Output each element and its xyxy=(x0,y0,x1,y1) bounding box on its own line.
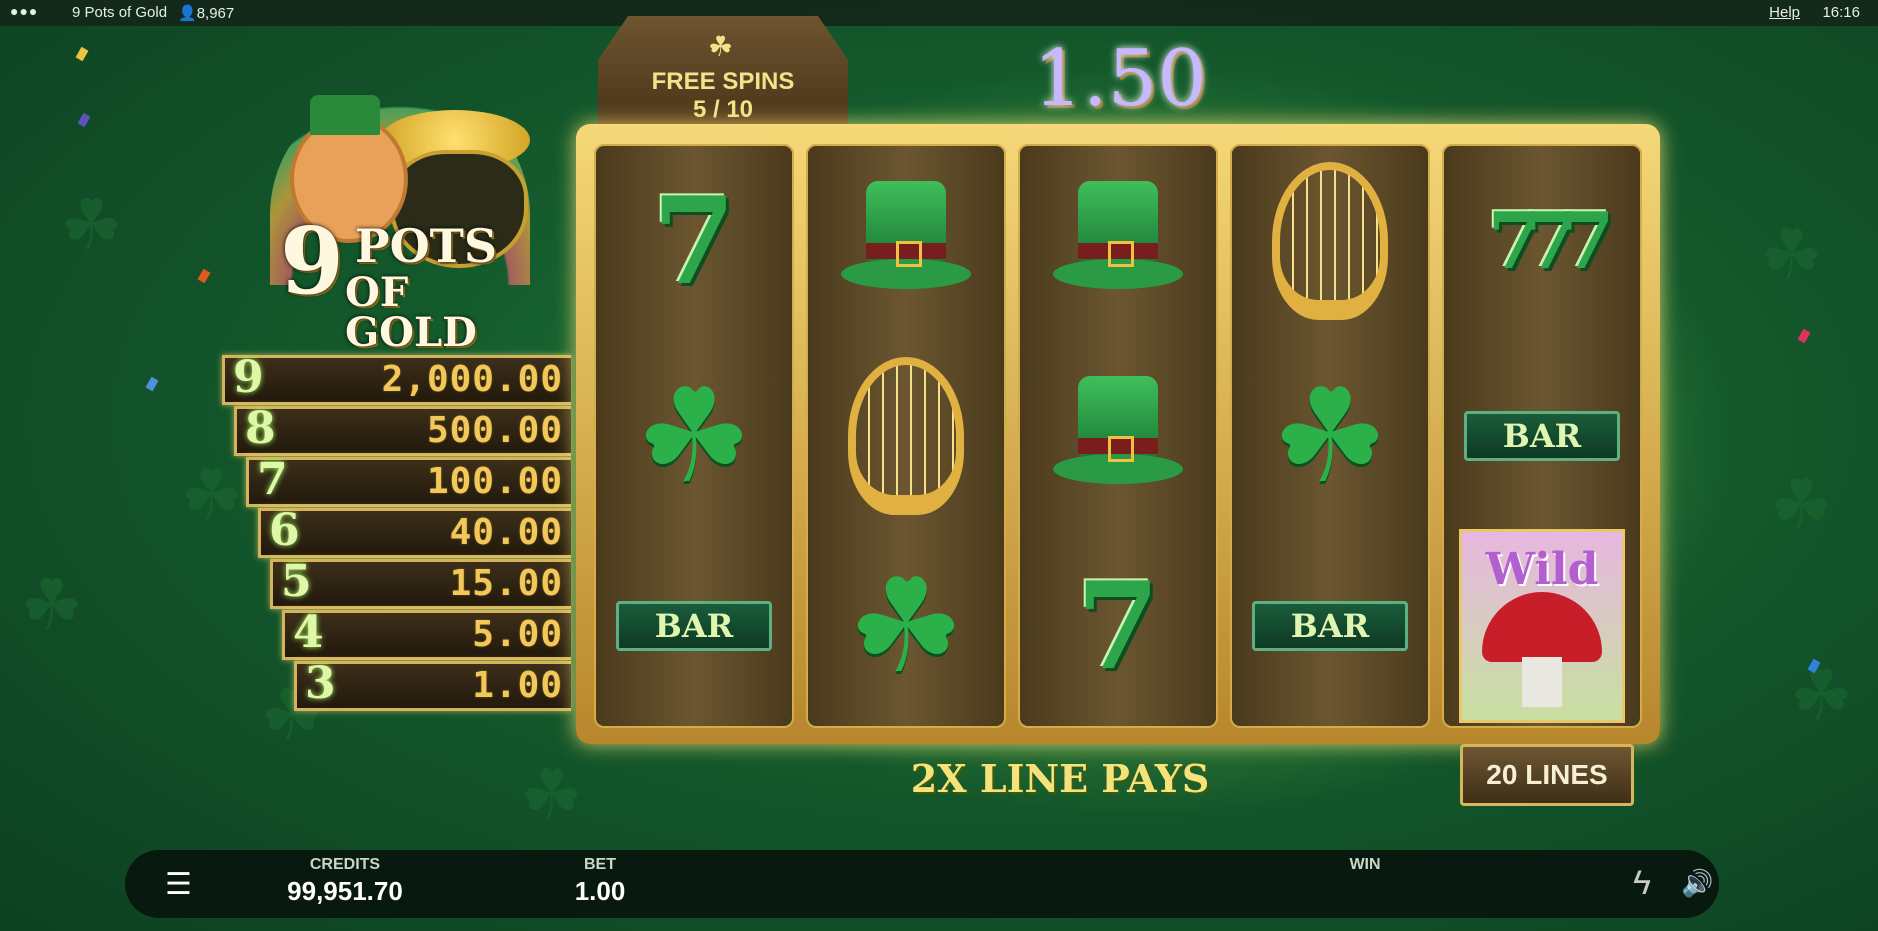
symbol-harp xyxy=(808,341,1004,531)
symbol-shamrock: ☘ xyxy=(808,531,1004,721)
speaker-icon[interactable]: 🔊 xyxy=(1681,868,1713,899)
symbol-bar: BAR xyxy=(1232,531,1428,721)
symbol-harp xyxy=(1232,146,1428,336)
lines-indicator: 20 LINES xyxy=(1460,744,1634,806)
top-hat-icon xyxy=(841,181,971,301)
line-pays-banner: 2X LINE PAYS xyxy=(910,756,1210,801)
reel-2: ☘ xyxy=(806,144,1006,728)
paytable-row: 8 500.00 xyxy=(234,406,571,456)
background-shamrock: ☘ xyxy=(1770,466,1833,544)
confetti xyxy=(1797,328,1811,344)
credits-display: CREDITS 99,951.70 xyxy=(287,856,403,906)
symbol-bar: BAR xyxy=(596,531,792,721)
paytable-row: 5 15.00 xyxy=(270,559,571,609)
paytable-row: 6 40.00 xyxy=(258,508,571,558)
top-hat-icon xyxy=(1053,181,1183,301)
reel-1: 7 ☘ BAR xyxy=(594,144,794,728)
confetti xyxy=(197,268,211,284)
shamrock-icon: ☘ xyxy=(1271,363,1389,509)
symbol-shamrock: ☘ xyxy=(596,341,792,531)
wild-mushroom-icon: Wild xyxy=(1459,529,1625,723)
symbol-seven: 7 xyxy=(1076,555,1160,697)
symbol-wild: Wild xyxy=(1444,529,1640,723)
reel-5: 777 BAR Wild xyxy=(1442,144,1642,728)
more-dots-icon[interactable]: ●●● xyxy=(10,3,38,19)
background-shamrock: ☘ xyxy=(1760,216,1823,294)
symbol-bar: BAR xyxy=(1444,341,1640,531)
user-icon: 👤 xyxy=(178,5,197,22)
bottom-bar: ☰ CREDITS 99,951.70 BET 1.00 WIN ϟ 🔊 xyxy=(125,850,1719,918)
help-link[interactable]: Help xyxy=(1769,4,1800,21)
confetti xyxy=(77,112,91,128)
harp-icon xyxy=(848,357,964,515)
game-name: 9 Pots of Gold xyxy=(72,4,168,21)
reel-3: 7 xyxy=(1018,144,1218,728)
lightning-icon[interactable]: ϟ xyxy=(1633,864,1651,903)
clock: 16:16 xyxy=(1822,4,1860,21)
background-shamrock: ☘ xyxy=(520,756,583,834)
harp-icon xyxy=(1272,162,1388,320)
background-shamrock: ☘ xyxy=(20,566,83,644)
symbol-top-hat xyxy=(1020,146,1216,336)
background-shamrock: ☘ xyxy=(60,186,123,264)
win-display: WIN xyxy=(1349,856,1381,873)
paytable-row: 3 1.00 xyxy=(294,661,571,711)
symbol-shamrock: ☘ xyxy=(1232,341,1428,531)
symbol-top-hat xyxy=(808,146,1004,336)
free-spins-counter: ☘ FREE SPINS 5 / 10 xyxy=(598,16,848,126)
clover-icon: ☘ xyxy=(708,31,734,62)
shamrock-icon: ☘ xyxy=(635,363,753,509)
symbol-seven: 7 xyxy=(652,170,736,312)
background-shamrock: ☘ xyxy=(1790,656,1853,734)
top-bar: ●●● 9 Pots of Gold 👤8,967 Help 16:16 xyxy=(0,0,1878,26)
background-shamrock: ☘ xyxy=(180,456,243,534)
paytable-row: 4 5.00 xyxy=(282,610,571,660)
player-count: 👤8,967 xyxy=(178,5,235,22)
leprechaun-hat-graphic xyxy=(310,95,380,135)
reel-4: ☘ BAR xyxy=(1230,144,1430,728)
win-amount-display: 1.50 xyxy=(1033,34,1207,124)
shamrock-icon: ☘ xyxy=(847,553,965,699)
top-hat-icon xyxy=(1053,376,1183,496)
game-logo: 9 POTS OF GOLD xyxy=(250,80,550,353)
bet-display[interactable]: BET 1.00 xyxy=(550,856,650,907)
paytable-row: 9 2,000.00 xyxy=(222,355,571,405)
hamburger-menu-icon[interactable]: ☰ xyxy=(165,870,192,900)
paytable-row: 7 100.00 xyxy=(246,457,571,507)
confetti xyxy=(145,376,159,392)
symbol-top-hat xyxy=(1020,341,1216,531)
symbol-triple-seven: 777 xyxy=(1487,195,1615,287)
confetti xyxy=(75,46,89,62)
